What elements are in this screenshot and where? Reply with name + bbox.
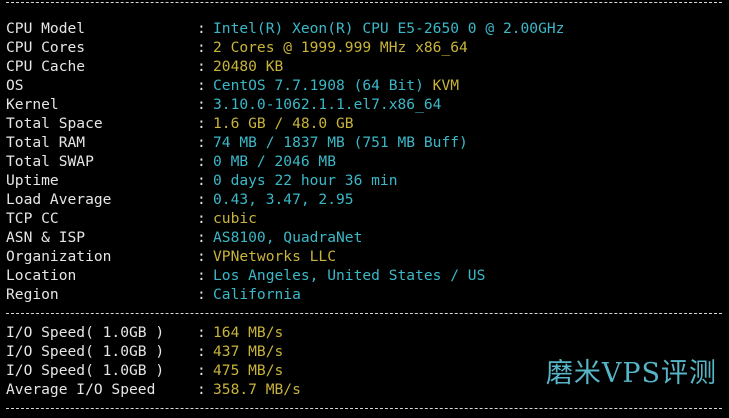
row-value-text: 2 Cores @ 1999.999 MHz x86_64 [213, 39, 468, 56]
system-info-block: CPU Model: Intel(R) Xeon(R) CPU E5-2650 0… [6, 19, 726, 304]
row-value: 164 MB/s [213, 323, 726, 342]
row-value-text: 0 MB / 2046 MB [213, 153, 337, 170]
io-speed-row: I/O Speed( 1.0GB ):164 MB/s [6, 323, 726, 342]
row-label: CPU Cores [6, 39, 86, 56]
row-value-text: 0 days 22 hour 36 min [213, 172, 398, 189]
row-colon: : [197, 191, 206, 208]
row-value-text: 437 MB/s [213, 343, 284, 360]
row-label: Kernel [6, 96, 59, 113]
info-row: Kernel:3.10.0-1062.1.1.el7.x86_64 [6, 95, 726, 114]
info-row: OS: CentOS 7.7.1908 (64 Bit) KVM [6, 76, 726, 95]
info-row: CPU Model: Intel(R) Xeon(R) CPU E5-2650 0… [6, 19, 726, 38]
info-row: Total SWAP:0 MB / 2046 MB [6, 152, 726, 171]
row-value-text: Los Angeles, United States / US [213, 267, 486, 284]
row-value: cubic [213, 209, 726, 228]
row-label: I/O Speed( 1.0GB ) [6, 324, 165, 341]
row-value-text: AS8100, QuadraNet [213, 229, 363, 246]
row-value: 20480 KB [213, 57, 726, 76]
row-value: 2 Cores @ 1999.999 MHz x86_64 [213, 38, 726, 57]
row-colon: : [197, 77, 206, 94]
row-colon: : [197, 267, 206, 284]
row-value: AS8100, QuadraNet [213, 228, 726, 247]
row-value-text: 74 MB / 1837 MB (751 MB Buff) [213, 134, 468, 151]
row-colon: : [197, 58, 206, 75]
row-label: Total RAM [6, 134, 86, 151]
row-value: 74 MB / 1837 MB (751 MB Buff) [213, 133, 726, 152]
row-label: TCP CC [6, 210, 59, 227]
row-value-text: 3.10.0-1062.1.1.el7.x86_64 [213, 96, 442, 113]
row-value: 0 days 22 hour 36 min [213, 171, 726, 190]
info-row: CPU Cache:20480 KB [6, 57, 726, 76]
row-value: Los Angeles, United States / US [213, 266, 726, 285]
row-value: 0 MB / 2046 MB [213, 152, 726, 171]
row-label: ASN & ISP [6, 229, 86, 246]
info-row: Load Average:0.43, 3.47, 2.95 [6, 190, 726, 209]
row-value-text: cubic [213, 210, 257, 227]
separator-bottom [6, 399, 726, 418]
info-row: Total RAM:74 MB / 1837 MB (751 MB Buff) [6, 133, 726, 152]
info-row: Location: Los Angeles, United States / US [6, 266, 726, 285]
row-colon: : [197, 362, 206, 379]
row-value-text: California [213, 286, 301, 303]
row-label: CPU Cache [6, 58, 86, 75]
row-colon: : [197, 286, 206, 303]
row-value-text: CentOS 7.7.1908 (64 Bit) [213, 77, 424, 94]
info-row: Region: California [6, 285, 726, 304]
row-colon: : [197, 39, 206, 56]
row-value-extra: KVM [432, 77, 460, 94]
row-label: Location [6, 267, 77, 284]
row-value: 0.43, 3.47, 2.95 [213, 190, 726, 209]
row-colon: : [197, 115, 206, 132]
row-value: VPNetworks LLC [213, 247, 726, 266]
row-colon: : [197, 248, 206, 265]
row-value-text: 0.43, 3.47, 2.95 [213, 191, 354, 208]
row-label: Average I/O Speed [6, 381, 156, 398]
info-row: CPU Cores:2 Cores @ 1999.999 MHz x86_64 [6, 38, 726, 57]
row-value: 1.6 GB / 48.0 GB [213, 114, 726, 133]
row-colon: : [197, 229, 206, 246]
row-colon: : [197, 343, 206, 360]
info-row: TCP CC: cubic [6, 209, 726, 228]
row-colon: : [197, 134, 206, 151]
row-label: Organization [6, 248, 112, 265]
info-row: Organization: VPNetworks LLC [6, 247, 726, 266]
row-value-text: 358.7 MB/s [213, 381, 301, 398]
info-row: ASN & ISP: AS8100, QuadraNet [6, 228, 726, 247]
row-value: California [213, 285, 726, 304]
row-label: OS [6, 77, 24, 94]
row-label: Total SWAP [6, 153, 94, 170]
row-colon: : [197, 20, 206, 37]
separator-middle [6, 304, 726, 323]
info-row: Uptime:0 days 22 hour 36 min [6, 171, 726, 190]
row-value-text: 164 MB/s [213, 324, 284, 341]
row-value: Intel(R) Xeon(R) CPU E5-2650 0 @ 2.00GHz [213, 19, 726, 38]
row-colon: : [197, 381, 206, 398]
row-value: CentOS 7.7.1908 (64 Bit) KVM [213, 76, 726, 95]
row-value: 3.10.0-1062.1.1.el7.x86_64 [213, 95, 726, 114]
row-label: CPU Model [6, 20, 86, 37]
row-colon: : [197, 153, 206, 170]
row-colon: : [197, 172, 206, 189]
row-label: Uptime [6, 172, 59, 189]
row-value-text: 475 MB/s [213, 362, 284, 379]
row-value-text: 1.6 GB / 48.0 GB [213, 115, 354, 132]
row-colon: : [197, 96, 206, 113]
row-colon: : [197, 324, 206, 341]
row-label: Region [6, 286, 59, 303]
row-label: Load Average [6, 191, 112, 208]
watermark-logo-text: 磨米VPS评测 [545, 358, 717, 389]
row-value-text: Intel(R) Xeon(R) CPU E5-2650 0 @ 2.00GHz [213, 20, 565, 37]
row-value-text: VPNetworks LLC [213, 248, 337, 265]
separator-top [6, 0, 726, 19]
row-label: I/O Speed( 1.0GB ) [6, 362, 165, 379]
row-colon: : [197, 210, 206, 227]
row-label: I/O Speed( 1.0GB ) [6, 343, 165, 360]
row-value-text: 20480 KB [213, 58, 284, 75]
row-label: Total Space [6, 115, 103, 132]
info-row: Total Space:1.6 GB / 48.0 GB [6, 114, 726, 133]
